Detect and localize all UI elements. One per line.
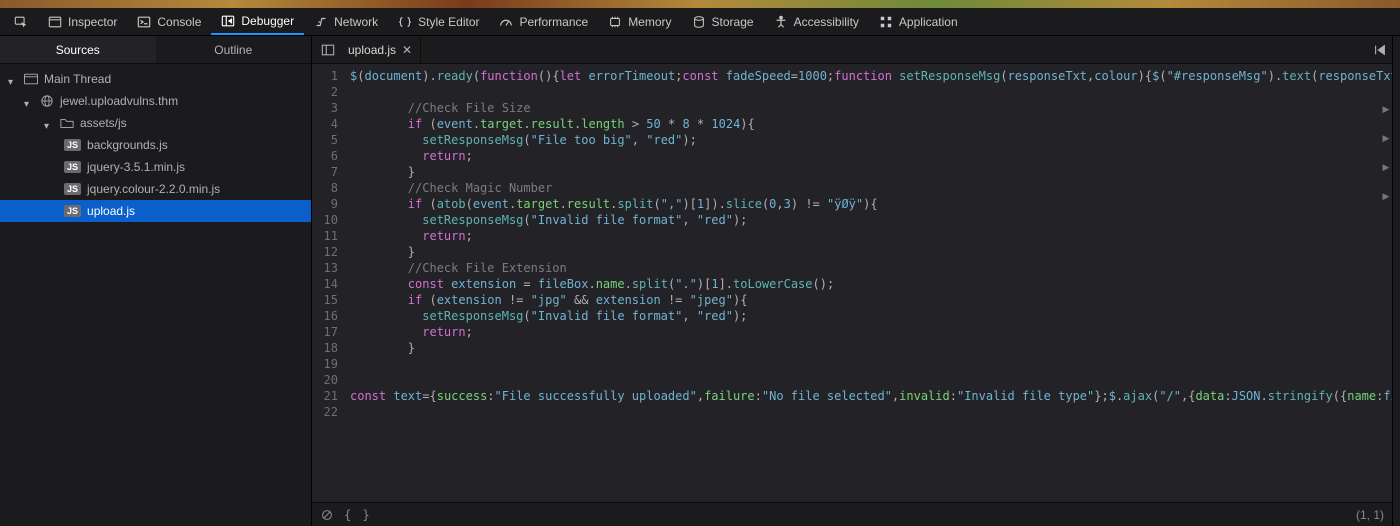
domain-label: jewel.uploadvulns.thm (60, 94, 178, 108)
thread-row[interactable]: Main Thread (0, 68, 311, 90)
toggle-sidebar-button[interactable] (316, 38, 340, 62)
twisty-icon (8, 74, 18, 84)
tab-outline[interactable]: Outline (156, 36, 312, 63)
editor-tabbar: upload.js ✕ (312, 36, 1392, 64)
run-to-icon (1373, 43, 1387, 57)
tool-label: Network (334, 15, 378, 29)
run-to-button[interactable] (1368, 38, 1392, 62)
editor-pane: upload.js ✕ 1234567891011121314151617181… (312, 36, 1392, 526)
devtools-toolbar: Inspector Console Debugger Network Style Edi… (0, 8, 1400, 36)
js-badge-icon: JS (64, 183, 81, 195)
style-icon (398, 15, 412, 29)
console-icon (137, 15, 151, 29)
twisty-icon (24, 96, 34, 106)
file-tab-upload[interactable]: upload.js ✕ (340, 36, 421, 63)
file-label: jquery-3.5.1.min.js (87, 160, 185, 174)
globe-icon (40, 95, 54, 107)
tool-accessibility[interactable]: Accessibility (764, 8, 869, 35)
thread-label: Main Thread (44, 72, 111, 86)
debugger-icon (221, 14, 235, 28)
application-icon (879, 15, 893, 29)
tool-network[interactable]: Network (304, 8, 388, 35)
tool-console[interactable]: Console (127, 8, 211, 35)
js-badge-icon: JS (64, 161, 81, 173)
pick-element-icon (14, 15, 28, 29)
storage-icon (692, 15, 706, 29)
tool-memory[interactable]: Memory (598, 8, 681, 35)
blackbox-icon[interactable] (320, 508, 334, 522)
tool-label: Memory (628, 15, 671, 29)
editor-statusbar: { } (1, 1) (312, 502, 1392, 526)
line-gutter: 12345678910111213141516171819202122 (312, 64, 344, 502)
folder-label: assets/js (80, 116, 127, 130)
code-area[interactable]: $(document).ready(function(){let errorTi… (344, 64, 1392, 502)
inspector-icon (48, 15, 62, 29)
tool-performance[interactable]: Performance (489, 8, 598, 35)
code-editor[interactable]: 12345678910111213141516171819202122 $(do… (312, 64, 1392, 502)
twisty-icon (44, 118, 54, 128)
folder-row[interactable]: assets/js (0, 112, 311, 134)
js-badge-icon: JS (64, 139, 81, 151)
file-row[interactable]: JS jquery-3.5.1.min.js (0, 156, 311, 178)
overflow-indicators: ▶▶▶▶ (1380, 64, 1392, 502)
tool-storage[interactable]: Storage (682, 8, 764, 35)
tool-label: Debugger (241, 14, 294, 28)
tool-debugger[interactable]: Debugger (211, 8, 304, 35)
right-pane-collapsed[interactable] (1392, 36, 1400, 526)
browser-content-strip (0, 0, 1400, 8)
cursor-position: (1, 1) (1356, 508, 1384, 522)
pick-element-button[interactable] (4, 8, 38, 35)
tool-label: Storage (712, 15, 754, 29)
close-icon[interactable]: ✕ (402, 43, 412, 57)
file-label: backgrounds.js (87, 138, 168, 152)
tool-label: Style Editor (418, 15, 479, 29)
sources-tree[interactable]: Main Thread jewel.uploadvulns.thm assets… (0, 64, 311, 526)
file-row[interactable]: JS upload.js (0, 200, 311, 222)
tool-inspector[interactable]: Inspector (38, 8, 127, 35)
tool-label: Console (157, 15, 201, 29)
file-row[interactable]: JS jquery.colour-2.2.0.min.js (0, 178, 311, 200)
tool-application[interactable]: Application (869, 8, 968, 35)
network-icon (314, 15, 328, 29)
tool-label: Performance (519, 15, 588, 29)
js-badge-icon: JS (64, 205, 81, 217)
performance-icon (499, 15, 513, 29)
file-label: upload.js (87, 204, 135, 218)
pretty-print-button[interactable]: { } (344, 508, 372, 522)
memory-icon (608, 15, 622, 29)
file-row[interactable]: JS backgrounds.js (0, 134, 311, 156)
tool-style[interactable]: Style Editor (388, 8, 489, 35)
sidebar-tabs: Sources Outline (0, 36, 311, 64)
tab-sources[interactable]: Sources (0, 36, 156, 63)
debugger-sidebar: Sources Outline Main Thread jewel.upload… (0, 36, 312, 526)
file-tab-label: upload.js (348, 43, 396, 57)
window-icon (24, 73, 38, 85)
accessibility-icon (774, 15, 788, 29)
domain-row[interactable]: jewel.uploadvulns.thm (0, 90, 311, 112)
tool-label: Application (899, 15, 958, 29)
folder-icon (60, 117, 74, 129)
tool-label: Accessibility (794, 15, 859, 29)
tool-label: Inspector (68, 15, 117, 29)
file-label: jquery.colour-2.2.0.min.js (87, 182, 220, 196)
panel-collapse-icon (321, 43, 335, 57)
